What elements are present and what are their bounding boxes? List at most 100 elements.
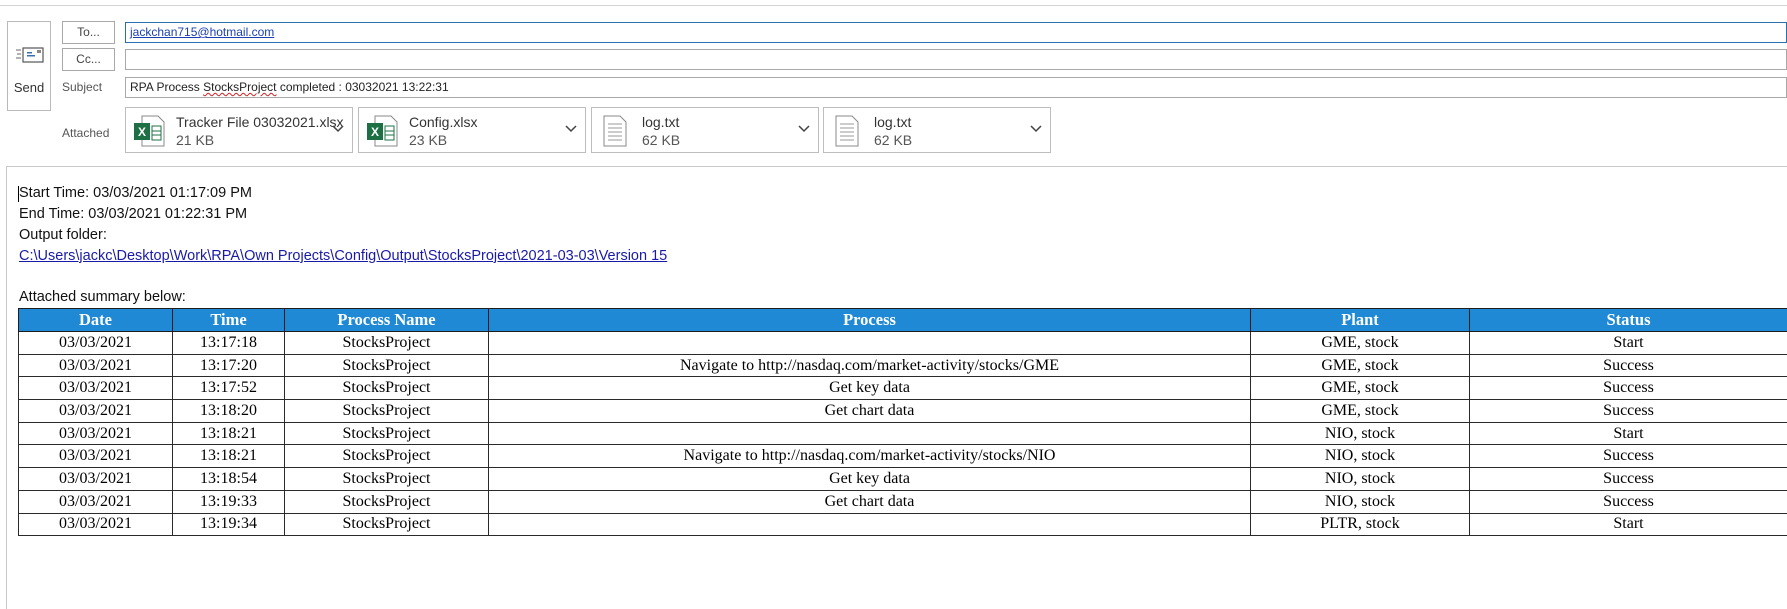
process-cell: Navigate to http://nasdaq.com/market-act… — [488, 444, 1251, 469]
window-top-strip — [0, 0, 1787, 6]
to-button[interactable]: To... — [62, 21, 115, 44]
process-cell: Get chart data — [488, 489, 1251, 514]
plant-cell: GME, stock — [1250, 331, 1470, 355]
column-header-process-name: Process Name — [284, 308, 489, 332]
process-cell: Get chart data — [488, 399, 1251, 423]
subject-suffix: completed : 03032021 13:22:31 — [276, 80, 449, 94]
summary-table: Date Time Process Name Process Plant Sta… — [18, 308, 1787, 537]
plant-cell: GME, stock — [1250, 376, 1470, 401]
process-cell — [488, 512, 1251, 537]
table-row: 03/03/2021 13:18:21 StocksProject Navigate … — [18, 444, 1787, 469]
attachment-name: Config.xlsx — [409, 114, 478, 130]
svg-text:X: X — [371, 125, 379, 139]
date-cell: 03/03/2021 — [18, 399, 173, 423]
plant-cell: GME, stock — [1250, 399, 1470, 423]
output-folder-link[interactable]: C:\Users\jackc\Desktop\Work\RPA\Own Proj… — [19, 248, 667, 264]
chevron-down-icon[interactable] — [1030, 125, 1042, 133]
status-cell: Start — [1469, 512, 1787, 537]
body-top-border — [6, 166, 1787, 167]
body-left-border — [6, 166, 7, 609]
attachment-config[interactable]: X Config.xlsx 23 KB — [358, 107, 586, 153]
time-cell: 13:18:21 — [172, 444, 285, 469]
date-cell: 03/03/2021 — [18, 331, 173, 355]
summary-label: Attached summary below: — [19, 289, 186, 305]
text-file-icon — [835, 115, 859, 147]
process-cell: Get key data — [488, 467, 1251, 491]
attachment-tracker-file[interactable]: X Tracker File 03032021.xlsx 21 KB — [125, 107, 353, 153]
column-header-time: Time — [172, 308, 285, 332]
plant-cell: NIO, stock — [1250, 467, 1470, 491]
attachment-log-2[interactable]: log.txt 62 KB — [823, 107, 1051, 153]
process-cell: Navigate to http://nasdaq.com/market-act… — [488, 353, 1251, 378]
table-row: 03/03/2021 13:19:33 StocksProject Get chart… — [18, 489, 1787, 514]
plant-cell: GME, stock — [1250, 353, 1470, 378]
attached-label: Attached — [62, 126, 110, 140]
table-row: 03/03/2021 13:19:34 StocksProject PLTR, sto… — [18, 512, 1787, 537]
process-name-cell: StocksProject — [284, 353, 489, 378]
attachment-name: log.txt — [874, 114, 912, 130]
process-name-cell: StocksProject — [284, 399, 489, 423]
time-cell: 13:18:21 — [172, 421, 285, 446]
plant-cell: PLTR, stock — [1250, 512, 1470, 537]
plant-cell: NIO, stock — [1250, 421, 1470, 446]
table-row: 03/03/2021 13:17:20 StocksProject Navigate … — [18, 353, 1787, 378]
subject-field[interactable]: RPA Process StocksProject completed : 03… — [125, 77, 1787, 98]
send-button[interactable]: Send — [7, 21, 51, 111]
table-header-row: Date Time Process Name Process Plant Sta… — [18, 308, 1787, 332]
end-time-line: End Time: 03/03/2021 01:22:31 PM — [19, 206, 248, 222]
column-header-date: Date — [18, 308, 173, 332]
table-row: 03/03/2021 13:18:20 StocksProject Get chart… — [18, 399, 1787, 423]
table-row: 03/03/2021 13:18:54 StocksProject Get key d… — [18, 467, 1787, 491]
date-cell: 03/03/2021 — [18, 353, 173, 378]
chevron-down-icon[interactable] — [565, 125, 577, 133]
chevron-down-icon[interactable] — [332, 125, 344, 133]
output-folder-label: Output folder: — [19, 227, 107, 243]
date-cell: 03/03/2021 — [18, 489, 173, 514]
excel-file-icon: X — [134, 115, 165, 147]
process-cell — [488, 421, 1251, 446]
time-cell: 13:17:18 — [172, 331, 285, 355]
send-envelope-icon — [16, 47, 44, 63]
date-cell: 03/03/2021 — [18, 512, 173, 537]
process-name-cell: StocksProject — [284, 444, 489, 469]
status-cell: Start — [1469, 421, 1787, 446]
date-cell: 03/03/2021 — [18, 467, 173, 491]
process-cell — [488, 331, 1251, 355]
time-cell: 13:17:20 — [172, 353, 285, 378]
time-cell: 13:18:54 — [172, 467, 285, 491]
status-cell: Success — [1469, 353, 1787, 378]
column-header-status: Status — [1469, 308, 1787, 332]
cc-button[interactable]: Cc... — [62, 48, 115, 71]
date-cell: 03/03/2021 — [18, 376, 173, 401]
date-cell: 03/03/2021 — [18, 444, 173, 469]
date-cell: 03/03/2021 — [18, 421, 173, 446]
status-cell: Success — [1469, 467, 1787, 491]
column-header-process: Process — [488, 308, 1251, 332]
excel-file-icon: X — [367, 115, 398, 147]
cc-field[interactable] — [125, 49, 1787, 70]
to-field[interactable]: jackchan715@hotmail.com — [125, 22, 1787, 43]
process-name-cell: StocksProject — [284, 467, 489, 491]
process-name-cell: StocksProject — [284, 376, 489, 401]
attachment-size: 21 KB — [176, 132, 215, 148]
time-cell: 13:19:33 — [172, 489, 285, 514]
attachment-size: 62 KB — [874, 132, 913, 148]
status-cell: Start — [1469, 331, 1787, 355]
attachment-name: log.txt — [642, 114, 680, 130]
chevron-down-icon[interactable] — [798, 125, 810, 133]
attachment-log-1[interactable]: log.txt 62 KB — [591, 107, 819, 153]
plant-cell: NIO, stock — [1250, 489, 1470, 514]
table-row: 03/03/2021 13:17:52 StocksProject Get key d… — [18, 376, 1787, 401]
table-row: 03/03/2021 13:18:21 StocksProject NIO, stoc… — [18, 421, 1787, 446]
process-name-cell: StocksProject — [284, 331, 489, 355]
status-cell: Success — [1469, 376, 1787, 401]
attachment-size: 23 KB — [409, 132, 448, 148]
process-name-cell: StocksProject — [284, 421, 489, 446]
text-file-icon — [603, 115, 627, 147]
recipient-chip[interactable]: jackchan715@hotmail.com — [130, 25, 274, 39]
send-label: Send — [13, 80, 45, 95]
plant-cell: NIO, stock — [1250, 444, 1470, 469]
subject-misspelled-word: StocksProject — [203, 80, 277, 94]
svg-text:X: X — [138, 125, 146, 139]
process-name-cell: StocksProject — [284, 512, 489, 537]
